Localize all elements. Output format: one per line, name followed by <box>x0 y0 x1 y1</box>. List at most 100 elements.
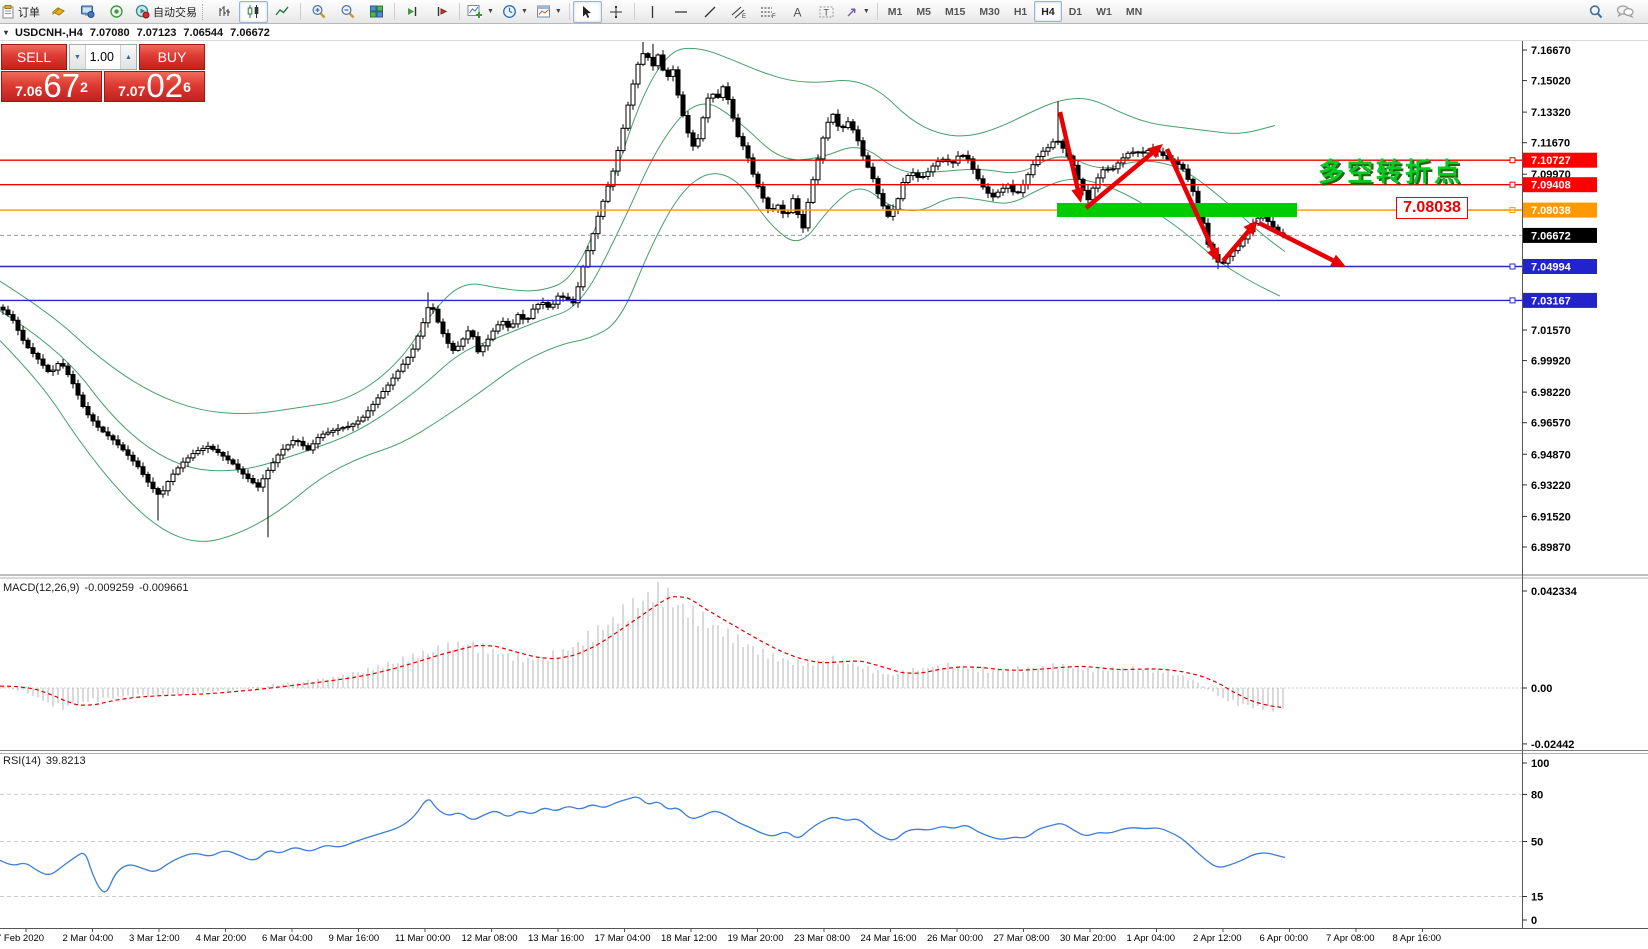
text-label-tool[interactable]: T <box>812 1 841 23</box>
candle-body <box>1101 170 1105 178</box>
price-badge-label: 7.04994 <box>1531 262 1572 274</box>
cursor-icon <box>580 5 594 19</box>
buy-price-display[interactable]: 7.07 02 6 <box>104 71 205 102</box>
search-button[interactable] <box>1581 1 1610 23</box>
signal-button[interactable] <box>102 1 131 23</box>
chart-shift-icon <box>434 4 449 19</box>
price-badge-label: 7.06672 <box>1531 230 1571 242</box>
templates-button[interactable]: ▼ <box>532 1 566 23</box>
candle-body <box>701 118 705 139</box>
autotrading-button[interactable]: 自动交易 <box>131 1 201 23</box>
candle-body <box>646 54 650 58</box>
candle-body <box>781 205 785 213</box>
text-tool[interactable]: A <box>783 1 812 23</box>
candle-body <box>881 194 885 206</box>
crosshair-tool-button[interactable] <box>602 1 631 23</box>
price-axis[interactable]: 7.166707.150207.133207.116707.099707.015… <box>1522 45 1597 554</box>
cursor-tool-button[interactable] <box>573 1 602 23</box>
horizontal-line-tool[interactable] <box>667 1 696 23</box>
vertical-line-tool[interactable] <box>638 1 667 23</box>
turning-point-annotation[interactable]: 多空转折点 <box>1318 152 1463 189</box>
candle-body <box>991 193 995 197</box>
level-line-anchor[interactable] <box>1510 264 1515 269</box>
timeframe-button-m30[interactable]: M30 <box>972 1 1006 22</box>
sell-price-display[interactable]: 7.06 67 2 <box>1 71 102 102</box>
chat-button[interactable] <box>1610 1 1639 23</box>
bar-chart-button[interactable] <box>210 1 239 23</box>
trendline-tool[interactable] <box>696 1 725 23</box>
timeframe-button-h4[interactable]: H4 <box>1034 1 1061 22</box>
arrows-tool[interactable]: ▼ <box>841 1 874 23</box>
candle-body <box>1106 169 1110 170</box>
candle-body <box>6 310 10 315</box>
level-line-anchor[interactable] <box>1510 182 1515 187</box>
candle-body <box>421 323 425 336</box>
market-watch-button[interactable] <box>44 1 73 23</box>
timeframe-button-m15[interactable]: M15 <box>938 1 972 22</box>
level-line-anchor[interactable] <box>1510 298 1515 303</box>
timeframe-button-h1[interactable]: H1 <box>1007 1 1034 22</box>
timeframe-button-w1[interactable]: W1 <box>1089 1 1119 22</box>
candle-body <box>1126 153 1130 158</box>
channel-tool[interactable]: E <box>725 1 754 23</box>
candle-body <box>286 445 290 449</box>
candle-body <box>316 438 320 444</box>
zoom-in-button[interactable] <box>304 1 333 23</box>
candle-body <box>1141 152 1145 153</box>
volume-decrease-button[interactable]: ▼ <box>70 45 86 69</box>
candle-body <box>526 318 530 319</box>
tile-windows-button[interactable] <box>362 1 391 23</box>
trend-arrow-line[interactable] <box>1259 223 1339 263</box>
rsi-pane <box>0 794 1522 896</box>
terminal-button[interactable] <box>73 1 102 23</box>
timeframe-button-mn[interactable]: MN <box>1119 1 1149 22</box>
volume-value[interactable]: 1.00 <box>86 45 120 69</box>
price-tick-label: 7.01570 <box>1531 325 1571 337</box>
auto-scroll-button[interactable] <box>398 1 427 23</box>
price-level-lines[interactable] <box>0 158 1522 303</box>
price-tick-label: 6.93220 <box>1531 480 1571 492</box>
candle-body <box>436 309 440 322</box>
rsi-label: RSI(14) 39.8213 <box>3 755 86 767</box>
rsi-axis-label: 15 <box>1531 892 1543 904</box>
indicators-button[interactable]: ▼ <box>463 1 498 23</box>
macd-name: MACD(12,26,9) <box>3 582 79 594</box>
candle-body <box>601 201 605 216</box>
timeframe-button-d1[interactable]: D1 <box>1062 1 1089 22</box>
ohlc-close: 7.06672 <box>230 27 270 39</box>
candle-body <box>246 474 250 479</box>
candle-body <box>431 308 435 310</box>
volume-increase-button[interactable]: ▲ <box>120 45 136 69</box>
candle-body <box>161 491 165 494</box>
toolbar-separator <box>877 3 878 20</box>
candle-body <box>216 449 220 452</box>
time-tick-label: 6 Mar 04:00 <box>262 933 313 944</box>
trend-arrow-line[interactable] <box>1167 149 1216 256</box>
autotrading-label: 自动交易 <box>153 4 197 20</box>
chart-marker-icon: ▾ <box>4 28 8 37</box>
chart-shift-button[interactable] <box>427 1 456 23</box>
trend-arrow-line[interactable] <box>1060 112 1079 195</box>
candle-body <box>656 55 660 66</box>
timeframe-button-m5[interactable]: M5 <box>909 1 938 22</box>
zoom-out-button[interactable] <box>333 1 362 23</box>
price-badge-label: 7.10727 <box>1531 155 1571 167</box>
periods-button[interactable]: ▼ <box>498 1 532 23</box>
candle-body <box>336 429 340 431</box>
candle-body <box>461 339 465 346</box>
chart-canvas[interactable]: 7.166707.150207.133207.116707.099707.015… <box>0 0 1648 949</box>
annotation-objects[interactable] <box>1057 112 1522 267</box>
svg-text:A: A <box>793 5 801 19</box>
level-price-label[interactable]: 7.08038 <box>1396 197 1468 219</box>
line-chart-icon <box>275 4 290 19</box>
new-order-button[interactable]: 订单 <box>0 1 44 23</box>
candle-body <box>376 398 380 404</box>
candlestick-chart-button[interactable] <box>239 1 268 23</box>
trend-arrow-head[interactable] <box>1071 187 1084 203</box>
line-chart-button[interactable] <box>268 1 297 23</box>
timeframe-button-m1[interactable]: M1 <box>881 1 910 22</box>
fibonacci-tool[interactable]: F <box>754 1 783 23</box>
time-axis[interactable]: 7 Feb 20202 Mar 04:003 Mar 12:004 Mar 20… <box>0 928 1441 944</box>
level-line-anchor[interactable] <box>1510 158 1515 163</box>
candle-body <box>1001 188 1005 192</box>
